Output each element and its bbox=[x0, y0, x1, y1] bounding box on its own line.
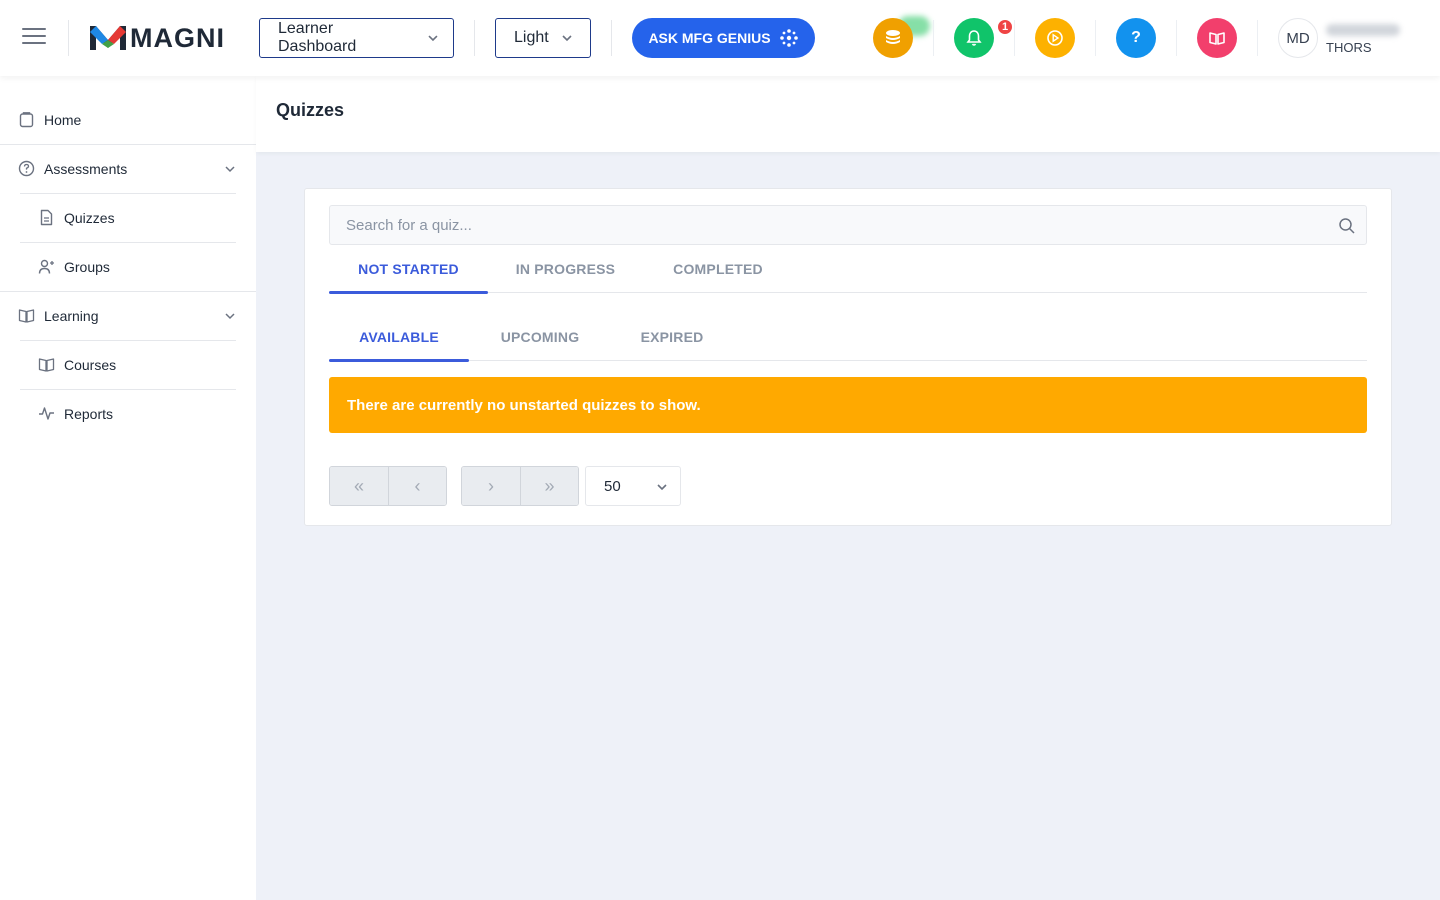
help-button[interactable]: ? bbox=[1116, 18, 1156, 58]
tab-upcoming[interactable]: UPCOMING bbox=[469, 314, 611, 360]
sidebar-item-quizzes[interactable]: Quizzes bbox=[0, 193, 256, 242]
sidebar-item-label: Reports bbox=[64, 405, 114, 422]
sparkle-icon bbox=[779, 29, 798, 47]
tab-completed[interactable]: COMPLETED bbox=[643, 246, 793, 292]
header-divider bbox=[611, 20, 612, 56]
search-input[interactable] bbox=[330, 206, 1366, 244]
sidebar-item-label: Groups bbox=[64, 258, 110, 275]
tab-not-started[interactable]: NOT STARTED bbox=[329, 246, 488, 294]
first-page-button[interactable]: « bbox=[330, 467, 388, 505]
help-icon: ? bbox=[1131, 29, 1141, 46]
header-divider bbox=[1014, 20, 1015, 56]
book-icon bbox=[38, 358, 55, 372]
brand-logo[interactable]: MAGNI bbox=[90, 22, 225, 54]
theme-select-value: Light bbox=[514, 29, 549, 46]
notification-count-badge: 1 bbox=[996, 18, 1014, 36]
sidebar-item-label: Home bbox=[44, 111, 82, 128]
sidebar-item-home[interactable]: Home bbox=[0, 95, 256, 144]
play-button[interactable] bbox=[1035, 18, 1075, 58]
page-title: Quizzes bbox=[276, 100, 345, 120]
activity-icon bbox=[39, 407, 54, 420]
brand-name: MAGNI bbox=[130, 22, 225, 53]
magni-logo-icon bbox=[90, 26, 126, 50]
header-divider bbox=[474, 20, 475, 56]
menu-toggle-icon[interactable] bbox=[22, 28, 46, 48]
theme-select[interactable]: Light bbox=[495, 18, 591, 58]
avatar[interactable]: MD bbox=[1278, 18, 1318, 58]
book-icon bbox=[18, 309, 35, 323]
notifications-button[interactable] bbox=[954, 18, 994, 58]
question-circle-icon bbox=[18, 160, 35, 177]
sidebar-item-reports[interactable]: Reports bbox=[0, 389, 256, 438]
dashboard-select-value: Learner Dashboard bbox=[278, 20, 357, 55]
chevron-down-icon bbox=[428, 35, 438, 42]
tab-available[interactable]: AVAILABLE bbox=[329, 314, 469, 362]
document-icon bbox=[40, 209, 53, 226]
tab-expired[interactable]: EXPIRED bbox=[611, 314, 733, 360]
sidebar-item-label: Learning bbox=[44, 307, 99, 324]
ask-mfg-genius-button[interactable]: ASK MFG GENIUS bbox=[632, 18, 815, 58]
sidebar-item-label: Assessments bbox=[44, 160, 128, 177]
header-divider bbox=[68, 20, 69, 56]
sidebar-item-assessments[interactable]: Assessments bbox=[0, 144, 256, 193]
dashboard-select[interactable]: Learner Dashboard bbox=[259, 18, 454, 58]
prev-page-button[interactable]: ‹ bbox=[388, 467, 446, 505]
sidebar-item-courses[interactable]: Courses bbox=[0, 340, 256, 389]
page-title-bar: Quizzes bbox=[256, 76, 1440, 152]
clipboard-icon bbox=[19, 112, 34, 128]
quizzes-card: NOT STARTED IN PROGRESS COMPLETED AVAILA… bbox=[304, 188, 1392, 526]
sidebar-item-groups[interactable]: Groups bbox=[0, 242, 256, 291]
chevron-down-icon bbox=[225, 165, 235, 172]
header-divider bbox=[1095, 20, 1096, 56]
play-icon bbox=[1047, 30, 1063, 46]
quiz-search bbox=[329, 205, 1367, 245]
coins-button[interactable] bbox=[873, 18, 913, 58]
pagination-next-group: › » bbox=[461, 466, 579, 506]
chevron-down-icon bbox=[225, 312, 235, 319]
ask-button-label: ASK MFG GENIUS bbox=[648, 30, 771, 46]
sidebar-item-label: Quizzes bbox=[64, 209, 115, 226]
user-name-redacted bbox=[1326, 24, 1400, 36]
guide-button[interactable] bbox=[1197, 18, 1237, 58]
header-divider bbox=[1176, 20, 1177, 56]
book-open-icon bbox=[1209, 32, 1225, 45]
bell-icon bbox=[966, 30, 982, 46]
pagination-prev-group: « ‹ bbox=[329, 466, 447, 506]
tab-in-progress[interactable]: IN PROGRESS bbox=[488, 246, 643, 292]
availability-tabs: AVAILABLE UPCOMING EXPIRED bbox=[329, 314, 1367, 362]
empty-state-alert: There are currently no unstarted quizzes… bbox=[329, 377, 1367, 433]
last-page-button[interactable]: » bbox=[520, 467, 578, 505]
per-page-value: 50 bbox=[604, 477, 621, 495]
chevron-down-icon bbox=[657, 484, 667, 491]
sidebar-item-learning[interactable]: Learning bbox=[0, 291, 256, 340]
sidebar: Home Assessments Quizzes Groups Learning… bbox=[0, 76, 256, 900]
status-tabs: NOT STARTED IN PROGRESS COMPLETED bbox=[329, 246, 1367, 294]
top-header: MAGNI Learner Dashboard Light ASK MFG GE… bbox=[0, 0, 1440, 76]
user-plus-icon bbox=[38, 259, 54, 274]
search-icon[interactable] bbox=[1338, 217, 1356, 235]
user-org: THORS bbox=[1326, 40, 1372, 55]
per-page-select[interactable]: 50 bbox=[585, 466, 681, 506]
next-page-button[interactable]: › bbox=[462, 467, 520, 505]
sidebar-item-label: Courses bbox=[64, 356, 117, 373]
chevron-down-icon bbox=[562, 35, 572, 42]
header-divider bbox=[1257, 20, 1258, 56]
header-divider bbox=[933, 20, 934, 56]
coins-icon bbox=[886, 30, 900, 44]
